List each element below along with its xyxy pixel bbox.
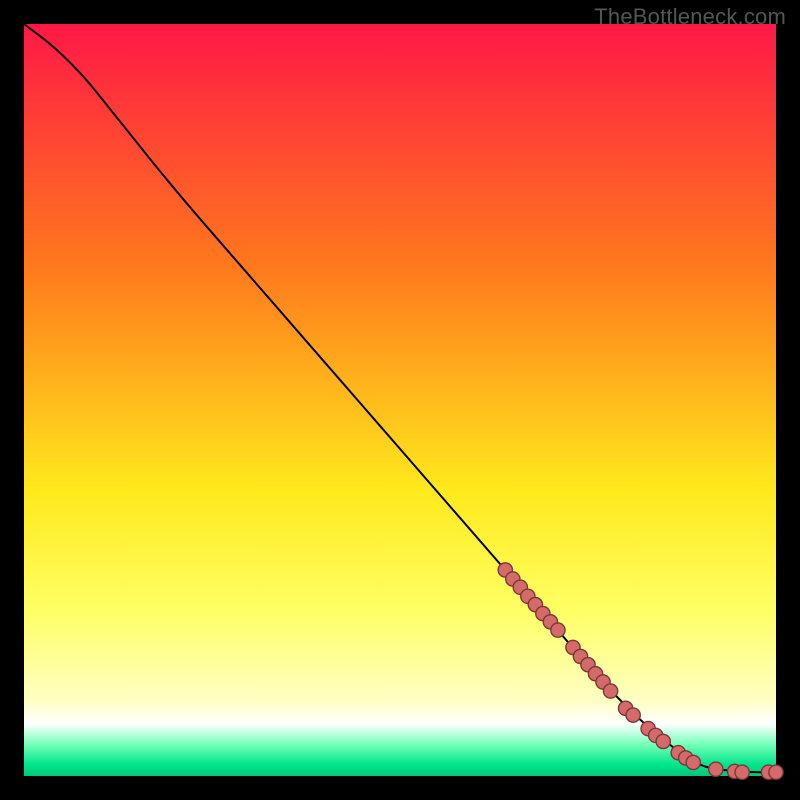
data-marker xyxy=(656,734,670,748)
curve-layer xyxy=(24,24,776,776)
chart-frame: TheBottleneck.com xyxy=(0,0,800,800)
watermark-text: TheBottleneck.com xyxy=(594,4,786,30)
data-marker xyxy=(709,762,723,776)
data-marker xyxy=(603,684,617,698)
marker-group xyxy=(498,563,783,780)
curve-path xyxy=(24,24,776,772)
data-marker xyxy=(686,755,700,769)
data-marker xyxy=(626,708,640,722)
data-marker xyxy=(551,623,565,637)
plot-area xyxy=(24,24,776,776)
data-marker xyxy=(769,765,783,779)
data-marker xyxy=(735,765,749,779)
